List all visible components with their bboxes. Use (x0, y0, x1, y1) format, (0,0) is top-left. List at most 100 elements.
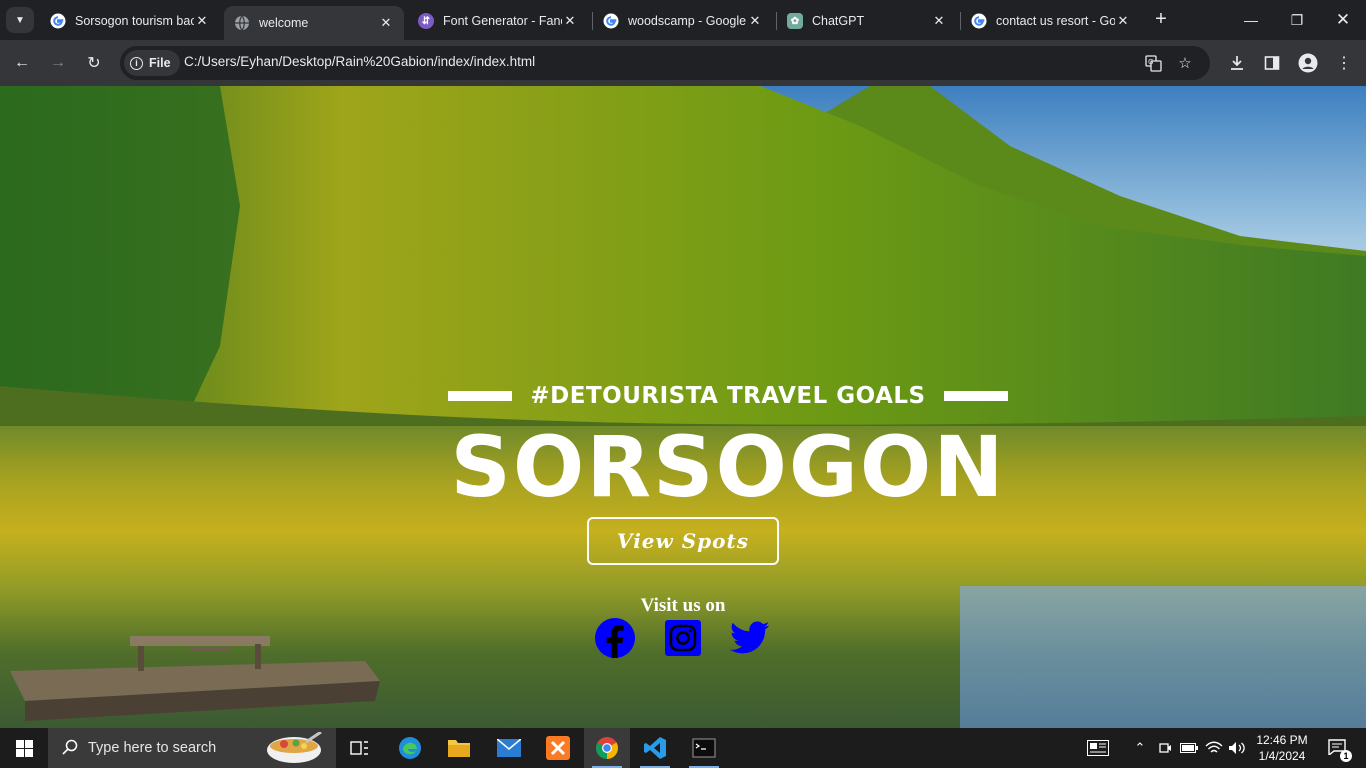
site-info-chip[interactable]: i File (124, 50, 180, 76)
edge-icon (399, 737, 421, 759)
browser-toolbar: ← → ↻ i File C:/Users/Eyhan/Desktop/Rain… (0, 40, 1366, 86)
back-button[interactable]: ← (8, 49, 36, 77)
tab-title: contact us resort - Google (996, 14, 1115, 28)
close-icon[interactable]: ✕ (194, 13, 210, 29)
volume-icon[interactable] (1226, 728, 1248, 768)
hero-tagline: #DETOURISTA TRAVEL GOALS (530, 383, 926, 409)
download-icon[interactable] (1224, 50, 1250, 76)
hero-content: #DETOURISTA TRAVEL GOALS SORSOGON View S… (0, 86, 1366, 728)
svg-text:G: G (1148, 58, 1153, 66)
windows-taskbar: Type here to search ⌃ 12:46 PM 1/4/2024 … (0, 728, 1366, 768)
tab-welcome[interactable]: welcome ✕ (224, 6, 404, 40)
close-icon[interactable]: ✕ (378, 15, 394, 31)
facebook-icon[interactable] (595, 618, 635, 658)
font-generator-icon: ⇵ (418, 13, 434, 29)
folder-icon (448, 740, 470, 757)
notification-center-button[interactable]: 1 (1320, 728, 1354, 768)
visit-us-label: Visit us on (640, 595, 726, 616)
hero-background: #DETOURISTA TRAVEL GOALS SORSOGON View S… (0, 86, 1366, 728)
taskbar-mail[interactable] (486, 728, 532, 768)
arrow-right-icon: → (50, 54, 66, 71)
tab-title: ChatGPT (812, 14, 865, 28)
taskbar-terminal[interactable] (681, 728, 727, 768)
tab-contact-us-resort[interactable]: contact us resort - Google ✕ (961, 6, 1141, 36)
task-view-button[interactable] (337, 728, 383, 768)
translate-icon[interactable]: G (1142, 52, 1164, 74)
address-bar[interactable]: i File C:/Users/Eyhan/Desktop/Rain%20Gab… (120, 46, 1210, 80)
tab-woodscamp[interactable]: woodscamp - Google Search ✕ (593, 6, 773, 36)
instagram-icon[interactable] (663, 618, 703, 658)
tab-sorsogon-tourism[interactable]: Sorsogon tourism background ✕ (40, 6, 220, 36)
start-button[interactable] (0, 728, 48, 768)
star-icon[interactable]: ☆ (1174, 52, 1196, 74)
mail-icon (497, 739, 521, 757)
close-icon[interactable]: ✕ (562, 13, 578, 29)
plus-icon: + (1155, 8, 1167, 30)
google-icon (50, 13, 66, 29)
xampp-icon (546, 736, 570, 760)
more-menu-icon[interactable]: ⋮ (1331, 50, 1357, 76)
chevron-up-icon[interactable]: ⌃ (1130, 728, 1150, 768)
tab-font-generator[interactable]: ⇵ Font Generator - Fancy ✕ (408, 6, 588, 36)
webcam-icon[interactable] (1156, 728, 1174, 768)
chevron-down-icon: ▼ (15, 14, 25, 26)
forward-button[interactable]: → (44, 49, 72, 77)
url-text[interactable]: C:/Users/Eyhan/Desktop/Rain%20Gabion/ind… (184, 54, 535, 69)
notification-count-badge: 1 (1340, 749, 1352, 762)
tagline-row: #DETOURISTA TRAVEL GOALS (443, 382, 1013, 410)
view-spots-button[interactable]: View Spots (587, 517, 779, 565)
tab-title: welcome (259, 16, 309, 30)
tab-title: Font Generator - Fancy (443, 14, 562, 28)
taskbar-file-explorer[interactable] (436, 728, 482, 768)
info-icon: i (130, 56, 143, 70)
side-panel-icon[interactable] (1259, 50, 1285, 76)
google-icon (603, 13, 619, 29)
twitter-icon[interactable] (730, 618, 770, 658)
close-icon[interactable]: ✕ (747, 13, 763, 29)
clock-time: 12:46 PM (1256, 733, 1308, 747)
close-icon: ✕ (1335, 10, 1351, 29)
news-widget-icon[interactable] (1084, 728, 1112, 768)
tab-title: Sorsogon tourism background (75, 14, 194, 28)
search-highlight-bowl-icon (267, 732, 322, 763)
restore-button[interactable]: ❐ (1274, 0, 1320, 40)
windows-logo-icon (15, 739, 33, 757)
minimize-button[interactable]: — (1228, 0, 1274, 40)
task-view-icon (350, 741, 368, 755)
tagline-divider-right (943, 391, 1008, 401)
tab-chatgpt[interactable]: ✿ ChatGPT ✕ (777, 6, 957, 36)
tagline-divider-left (448, 391, 513, 401)
chatgpt-icon: ✿ (787, 13, 803, 29)
reload-button[interactable]: ↻ (80, 49, 108, 77)
tab-search-button[interactable]: ▼ (6, 7, 34, 33)
reload-icon: ↻ (87, 55, 101, 72)
taskbar-chrome[interactable] (584, 728, 630, 768)
taskbar-search-box[interactable]: Type here to search (48, 728, 336, 768)
tab-title: woodscamp - Google Search (628, 14, 747, 28)
new-tab-button[interactable]: + (1150, 8, 1172, 30)
chrome-icon (596, 737, 618, 759)
close-window-button[interactable]: ✕ (1320, 0, 1366, 40)
tab-strip: ▼ Sorsogon tourism background ✕ welcome … (0, 0, 1366, 40)
battery-icon[interactable] (1178, 728, 1200, 768)
notification-icon: 1 (1328, 738, 1352, 762)
vscode-icon (644, 737, 666, 759)
taskbar-clock[interactable]: 12:46 PM 1/4/2024 (1250, 732, 1314, 764)
globe-icon (234, 15, 250, 31)
clock-date: 1/4/2024 (1258, 749, 1306, 763)
chip-label: File (149, 56, 171, 70)
profile-icon[interactable] (1295, 50, 1321, 76)
arrow-left-icon: ← (14, 54, 30, 71)
restore-icon: ❐ (1290, 11, 1304, 28)
minimize-icon: — (1244, 12, 1258, 28)
terminal-icon (692, 738, 716, 758)
close-icon[interactable]: ✕ (1115, 13, 1131, 29)
close-icon[interactable]: ✕ (931, 13, 947, 29)
taskbar-xampp[interactable] (535, 728, 581, 768)
search-icon (62, 739, 80, 758)
taskbar-vscode[interactable] (632, 728, 678, 768)
taskbar-edge[interactable] (387, 728, 433, 768)
google-icon (971, 13, 987, 29)
search-placeholder: Type here to search (88, 740, 217, 756)
wifi-icon[interactable] (1203, 728, 1225, 768)
